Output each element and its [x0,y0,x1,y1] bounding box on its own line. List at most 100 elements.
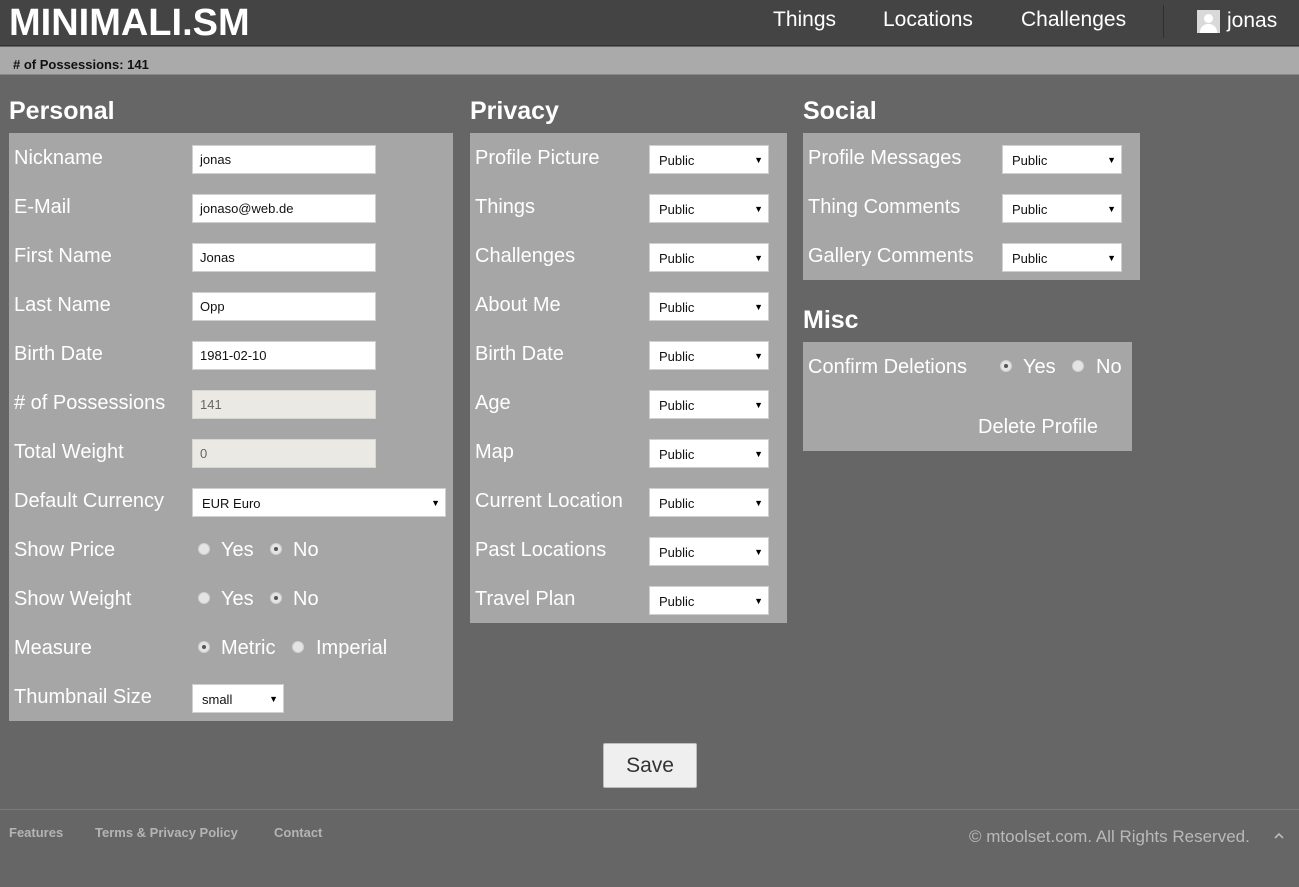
social-gallery-comments-value: Public [1012,251,1048,266]
privacy-past-locations-label: Past Locations [475,539,607,561]
measure-metric-label[interactable]: Metric [221,636,275,660]
nav-divider [1163,5,1164,38]
show-weight-yes-label[interactable]: Yes [221,587,254,611]
privacy-travel-plan-value: Public [659,594,695,609]
show-weight-no-radio[interactable] [270,592,282,604]
possessions-input: 141 [192,390,376,419]
privacy-current-location-select[interactable]: Public ▼ [649,488,769,517]
confirm-no-label[interactable]: No [1096,355,1122,379]
caret-down-icon: ▼ [754,302,763,312]
last-name-label: Last Name [14,294,111,316]
show-weight-yes-radio[interactable] [198,592,210,604]
email-label: E-Mail [14,196,71,218]
social-title: Social [803,97,877,125]
privacy-current-location-label: Current Location [475,490,623,512]
user-menu[interactable]: jonas [1197,8,1277,34]
privacy-map-select[interactable]: Public ▼ [649,439,769,468]
confirm-yes-radio[interactable] [1000,360,1012,372]
social-panel: Profile Messages Public ▼ Thing Comments … [803,133,1140,280]
confirm-no-radio[interactable] [1072,360,1084,372]
privacy-map-value: Public [659,447,695,462]
show-price-yes-radio[interactable] [198,543,210,555]
caret-down-icon: ▼ [754,547,763,557]
show-price-yes-label[interactable]: Yes [221,538,254,562]
privacy-age-value: Public [659,398,695,413]
currency-label: Default Currency [14,490,165,512]
footer-terms-link[interactable]: Terms & Privacy Policy [95,825,238,840]
show-price-label: Show Price [14,539,116,561]
privacy-profile-picture-value: Public [659,153,695,168]
total-weight-input: 0 [192,439,376,468]
personal-title: Personal [9,97,115,125]
birth-date-input[interactable]: 1981-02-10 [192,341,376,370]
privacy-things-value: Public [659,202,695,217]
show-weight-no-label[interactable]: No [293,587,319,611]
privacy-past-locations-select[interactable]: Public ▼ [649,537,769,566]
privacy-panel: Profile Picture Public ▼ Things Public ▼ C… [470,133,787,623]
privacy-birth-date-select[interactable]: Public ▼ [649,341,769,370]
social-thing-comments-value: Public [1012,202,1048,217]
measure-metric-radio[interactable] [198,641,210,653]
social-thing-comments-select[interactable]: Public ▼ [1002,194,1122,223]
nickname-label: Nickname [14,147,103,169]
nickname-input[interactable]: jonas [192,145,376,174]
caret-down-icon: ▼ [754,204,763,214]
privacy-travel-plan-select[interactable]: Public ▼ [649,586,769,615]
privacy-challenges-select[interactable]: Public ▼ [649,243,769,272]
privacy-things-select[interactable]: Public ▼ [649,194,769,223]
social-profile-messages-select[interactable]: Public ▼ [1002,145,1122,174]
privacy-profile-picture-label: Profile Picture [475,147,600,169]
confirm-deletions-label: Confirm Deletions [808,356,967,378]
caret-down-icon: ▼ [754,155,763,165]
privacy-map-label: Map [475,441,514,463]
user-avatar-icon [1197,9,1220,33]
possessions-count: # of Possessions: 141 [13,57,149,72]
caret-down-icon: ▼ [1107,253,1116,263]
nav-locations[interactable]: Locations [883,7,973,33]
birth-date-label: Birth Date [14,343,103,365]
chevron-up-icon[interactable] [1272,829,1286,843]
status-strip: # of Possessions: 141 [0,47,1299,75]
social-gallery-comments-select[interactable]: Public ▼ [1002,243,1122,272]
caret-down-icon: ▼ [754,498,763,508]
show-price-no-radio[interactable] [270,543,282,555]
privacy-about-me-select[interactable]: Public ▼ [649,292,769,321]
privacy-about-me-label: About Me [475,294,561,316]
social-thing-comments-label: Thing Comments [808,196,961,218]
footer-features-link[interactable]: Features [9,825,63,840]
save-button[interactable]: Save [603,743,697,788]
total-weight-label: Total Weight [14,441,124,463]
social-profile-messages-label: Profile Messages [808,147,962,169]
caret-down-icon: ▼ [754,449,763,459]
thumbnail-label: Thumbnail Size [14,686,152,708]
privacy-things-label: Things [475,196,536,218]
caret-down-icon: ▼ [1107,204,1116,214]
nav-challenges[interactable]: Challenges [1021,7,1126,33]
privacy-challenges-value: Public [659,251,695,266]
delete-profile-button[interactable]: Delete Profile [978,415,1098,439]
privacy-past-locations-value: Public [659,545,695,560]
first-name-label: First Name [14,245,112,267]
privacy-profile-picture-select[interactable]: Public ▼ [649,145,769,174]
measure-imperial-label[interactable]: Imperial [316,636,387,660]
first-name-input[interactable]: Jonas [192,243,376,272]
caret-down-icon: ▼ [431,498,440,508]
privacy-age-select[interactable]: Public ▼ [649,390,769,419]
privacy-birth-date-label: Birth Date [475,343,564,365]
site-logo[interactable]: MINIMALI.SM [9,1,250,45]
user-name: jonas [1227,9,1278,32]
personal-panel: Nickname jonas E-Mail jonaso@web.de Firs… [9,133,453,721]
show-price-no-label[interactable]: No [293,538,319,562]
currency-select[interactable]: EUR Euro ▼ [192,488,446,517]
confirm-yes-label[interactable]: Yes [1023,355,1056,379]
privacy-birth-date-value: Public [659,349,695,364]
footer-contact-link[interactable]: Contact [274,825,322,840]
email-input[interactable]: jonaso@web.de [192,194,376,223]
misc-panel: Confirm Deletions Yes No Delete Profile [803,342,1132,451]
nav-things[interactable]: Things [773,7,836,33]
last-name-input[interactable]: Opp [192,292,376,321]
privacy-travel-plan-label: Travel Plan [475,588,576,610]
social-profile-messages-value: Public [1012,153,1048,168]
thumbnail-select[interactable]: small ▼ [192,684,284,713]
measure-imperial-radio[interactable] [292,641,304,653]
